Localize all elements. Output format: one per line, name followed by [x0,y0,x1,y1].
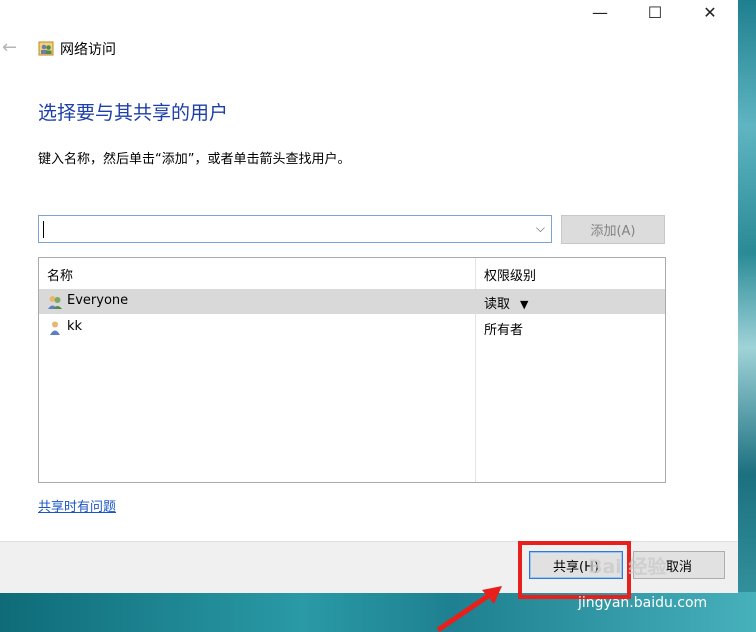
row-permission-value: 所有者 [484,323,524,338]
group-icon [48,296,62,309]
dropdown-arrow-icon[interactable]: ▼ [520,298,528,311]
network-access-dialog: — ☐ ✕ ← 网络访问 选择要与其共享的用户 键入名称，然后单击“添加”，或者… [0,0,738,593]
watermark-url: jingyan.baidu.com [578,595,708,611]
list-row-everyone[interactable]: Everyone 读取 ▼ [39,289,665,314]
window-title: 网络访问 [60,42,116,58]
row-user-name: kk [67,319,83,334]
user-name-combobox[interactable]: ⌵ [38,215,552,243]
sharing-help-link[interactable]: 共享时有问题 [38,496,116,515]
network-users-icon [38,41,54,56]
maximize-button[interactable]: ☐ [632,0,678,24]
add-button[interactable]: 添加(A) [561,215,665,244]
text-cursor [43,221,44,238]
instruction-text: 键入名称，然后单击“添加”，或者单击箭头查找用户。 [38,152,351,167]
baidu-watermark-logo: Bai 经验 [588,556,667,578]
back-arrow-icon[interactable]: ← [2,37,17,58]
list-row-kk[interactable]: kk 所有者 [39,315,665,340]
shared-users-list: 名称 权限级别 Everyone 读取 ▼ kk 所有者 [38,257,666,483]
desktop-wallpaper-right [738,0,756,632]
close-button[interactable]: ✕ [687,0,733,24]
minimize-button[interactable]: — [577,0,623,24]
row-permission-value: 读取 [484,297,511,312]
page-heading: 选择要与其共享的用户 [38,102,229,124]
column-header-name[interactable]: 名称 [47,265,73,284]
permission-dropdown[interactable]: 读取 ▼ [484,293,528,312]
row-user-name: Everyone [67,293,129,308]
annotation-arrow-icon [436,586,502,632]
chevron-down-icon[interactable]: ⌵ [536,221,545,236]
user-icon [50,321,60,335]
column-header-permission[interactable]: 权限级别 [484,265,536,284]
